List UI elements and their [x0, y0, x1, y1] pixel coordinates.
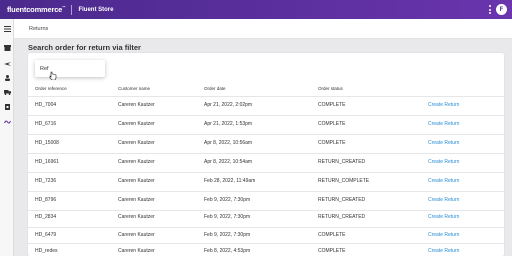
order-reference: HD_16961 [35, 159, 59, 165]
order-reference: HD_8796 [35, 197, 57, 203]
order-reference: HD_15008 [35, 140, 59, 146]
order-status: RETURN_COMPLETE [318, 178, 370, 184]
truck-icon[interactable] [4, 89, 11, 95]
order-reference: HD_6716 [35, 121, 57, 127]
customer-name: Careren Kautzer [118, 232, 155, 238]
order-date: Feb 9, 2022, 7:30pm [204, 232, 251, 238]
customer-name: Careren Kautzer [118, 197, 155, 203]
order-date: Apr 21, 2022, 1:53pm [204, 121, 253, 127]
order-reference: HD_6479 [35, 232, 57, 238]
divider [71, 4, 73, 15]
create-return-link[interactable]: Create Return [428, 140, 459, 146]
sidebar [0, 19, 14, 256]
column-header-customer-name: Customer name [118, 86, 151, 91]
create-return-link[interactable]: Create Return [428, 102, 459, 108]
order-status: COMPLETE [318, 121, 346, 127]
column-header-order-status: Order status [318, 86, 343, 91]
order-reference: HD_redes [35, 248, 58, 254]
store-icon[interactable] [4, 45, 11, 51]
order-status: RETURN_CREATED [318, 159, 366, 165]
page-title: Search order for return via filter [28, 43, 141, 52]
order-status: COMPLETE [318, 140, 346, 146]
table-row: HD_7004 Careren Kautzer Apr 21, 2022, 2:… [28, 97, 504, 115]
customer-name: Careren Kautzer [118, 102, 155, 108]
create-return-link[interactable]: Create Return [428, 197, 459, 203]
order-reference: HD_7236 [35, 178, 57, 184]
order-date: Feb 9, 2022, 7:30pm [204, 214, 251, 220]
table-row: HD_2834 Careren Kautzer Feb 9, 2022, 7:3… [28, 209, 504, 227]
create-return-link[interactable]: Create Return [428, 178, 459, 184]
menu-icon[interactable] [4, 26, 11, 32]
breadcrumb[interactable]: Returns [29, 26, 48, 32]
customer-name: Careren Kautzer [118, 140, 155, 146]
order-date: Feb 28, 2022, 11:49am [204, 178, 256, 184]
create-return-link[interactable]: Create Return [428, 248, 459, 254]
column-header-order-date: Order date [204, 86, 226, 91]
customer-name: Careren Kautzer [118, 248, 155, 254]
create-return-link[interactable]: Create Return [428, 121, 459, 127]
create-return-link[interactable]: Create Return [428, 159, 459, 165]
order-date: Apr 8, 2022, 10:54am [204, 159, 253, 165]
returns-icon[interactable] [4, 119, 11, 125]
order-date: Apr 21, 2022, 2:02pm [204, 102, 253, 108]
order-reference: HD_7004 [35, 102, 57, 108]
customer-name: Careren Kautzer [118, 159, 155, 165]
order-status: COMPLETE [318, 248, 346, 254]
clipboard-icon[interactable] [4, 104, 11, 110]
order-status: RETURN_CREATED [318, 197, 366, 203]
table-row: HD_16961 Careren Kautzer Apr 8, 2022, 10… [28, 154, 504, 172]
create-return-link[interactable]: Create Return [428, 232, 459, 238]
order-reference: HD_2834 [35, 214, 57, 220]
table-row: HD_redes Careren Kautzer Feb 8, 2022, 4:… [28, 243, 504, 256]
plane-icon[interactable] [4, 61, 11, 67]
store-name: Fluent Store [78, 6, 114, 13]
order-status: COMPLETE [318, 232, 346, 238]
customer-name: Careren Kautzer [118, 121, 155, 127]
table-row: HD_8796 Careren Kautzer Feb 9, 2022, 7:3… [28, 192, 504, 210]
page-header: Returns [14, 19, 512, 39]
order-reference-filter[interactable] [35, 60, 105, 77]
customer-name: Careren Kautzer [118, 178, 155, 184]
table-row: HD_7236 Careren Kautzer Feb 28, 2022, 11… [28, 173, 504, 191]
table-row: HD_15008 Careren Kautzer Apr 8, 2022, 10… [28, 135, 504, 153]
customer-name: Careren Kautzer [118, 214, 155, 220]
person-icon[interactable] [4, 75, 11, 81]
order-status: COMPLETE [318, 102, 346, 108]
more-options-icon[interactable] [488, 5, 491, 14]
column-header-order-reference: Order reference [35, 86, 67, 91]
order-reference-input[interactable] [35, 60, 105, 77]
order-date: Feb 8, 2022, 4:53pm [204, 248, 251, 254]
table-row: HD_6716 Careren Kautzer Apr 21, 2022, 1:… [28, 116, 504, 134]
create-return-link[interactable]: Create Return [428, 214, 459, 220]
app-logo[interactable]: fluentcommerce™ [7, 5, 66, 14]
top-bar: fluentcommerce™ Fluent Store F [0, 0, 512, 19]
order-status: RETURN_CREATED [318, 214, 366, 220]
pointer-cursor-icon [49, 67, 57, 81]
avatar[interactable]: F [496, 4, 507, 15]
order-date: Feb 9, 2022, 7:30pm [204, 197, 251, 203]
order-date: Apr 8, 2022, 10:56am [204, 140, 253, 146]
